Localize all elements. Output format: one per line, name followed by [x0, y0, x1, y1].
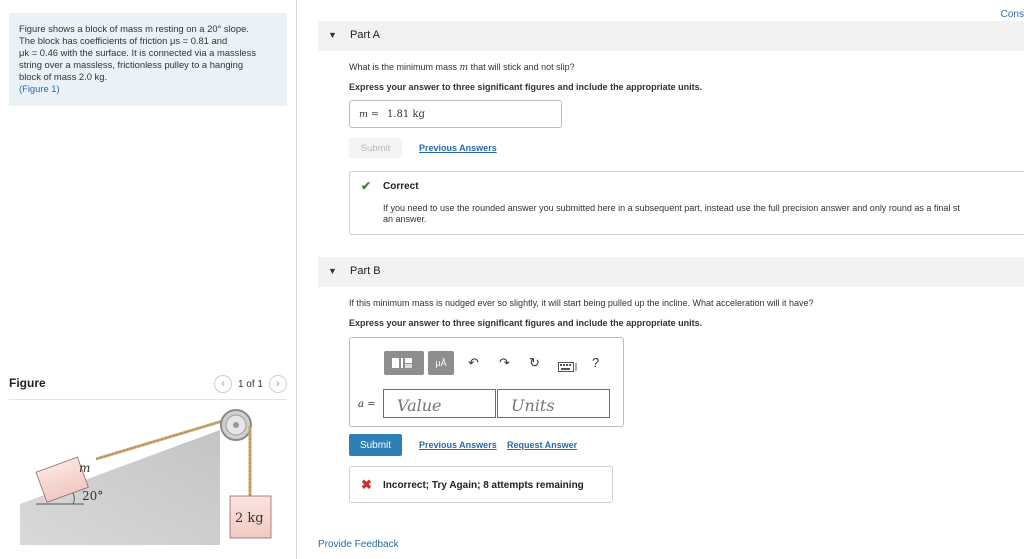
problem-line: Figure shows a block of mass m resting o… — [19, 23, 249, 34]
block-mass-label: m — [79, 461, 90, 475]
problem-line: μk = 0.46 with the surface. It is connec… — [19, 47, 257, 58]
undo-icon[interactable]: ↶ — [468, 355, 479, 371]
checkmark-icon: ✔ — [361, 179, 372, 193]
left-panel: Figure shows a block of mass m resting o… — [0, 0, 296, 559]
figure-title: Figure — [9, 376, 46, 390]
pulley-axle — [233, 422, 239, 428]
prev-figure-button[interactable]: ‹ — [213, 375, 232, 393]
part-b-previous-answers-link[interactable]: Previous Answers — [419, 440, 497, 450]
figure-count: 1 of 1 — [237, 378, 263, 390]
next-figure-button[interactable]: › — [269, 375, 287, 393]
panel-divider — [296, 0, 297, 559]
templates-button[interactable] — [384, 351, 424, 375]
question-text: What is the minimum mass — [349, 62, 458, 72]
redo-icon[interactable]: ↷ — [499, 355, 510, 371]
problem-line: The block has coefficients of friction μ… — [19, 35, 228, 46]
part-b-submit-button[interactable]: Submit — [349, 434, 402, 456]
collapse-triangle-icon: ▼ — [328, 266, 337, 276]
units-icon: μÅ — [435, 358, 447, 368]
chevron-right-icon: › — [276, 378, 280, 390]
part-b-feedback: ✖ Incorrect; Try Again; 8 attempts remai… — [349, 466, 613, 503]
request-answer-link[interactable]: Request Answer — [507, 440, 577, 450]
part-a-previous-answers-link[interactable]: Previous Answers — [419, 143, 497, 153]
part-a-answer-field: m = 1.81 kg — [349, 100, 562, 128]
problem-statement: Figure shows a block of mass m resting o… — [9, 13, 287, 106]
reset-icon[interactable]: ↻ — [529, 355, 540, 371]
incorrect-x-icon: ✖ — [361, 477, 372, 492]
constants-link[interactable]: Cons — [1001, 9, 1024, 20]
part-a-instructions: Express your answer to three significant… — [349, 82, 703, 92]
figure-pager: ‹ 1 of 1 › — [213, 375, 287, 393]
part-a-question: What is the minimum mass m that will sti… — [349, 62, 575, 73]
part-a-label: Part A — [350, 29, 380, 41]
feedback-line: an answer. — [383, 214, 427, 224]
question-text: that will stick and not slip? — [470, 62, 575, 72]
hanging-mass-label: 2 kg — [235, 511, 264, 526]
question-variable: m — [459, 63, 469, 73]
feedback-message: Incorrect; Try Again; 8 attempts remaini… — [383, 480, 584, 491]
keyboard-icon[interactable] — [558, 362, 578, 372]
answer-value: 1.81 kg — [387, 109, 425, 120]
feedback-title: Correct — [383, 181, 419, 192]
part-b-header[interactable]: ▼ Part B — [318, 257, 1024, 287]
figure-header: Figure ‹ 1 of 1 › — [9, 375, 287, 400]
provide-feedback-link[interactable]: Provide Feedback — [318, 539, 399, 550]
part-a-header[interactable]: ▼ Part A — [318, 21, 1024, 51]
chevron-left-icon: ‹ — [221, 378, 225, 390]
help-icon[interactable]: ? — [592, 355, 599, 370]
problem-line: string over a massless, frictionless pul… — [19, 59, 244, 70]
part-b-label: Part B — [350, 265, 381, 277]
feedback-message: If you need to use the rounded answer yo… — [383, 203, 1024, 225]
part-b-input-panel: μÅ ↶ ↷ ↻ ? a = — [349, 337, 624, 427]
part-a-feedback: ✔ Correct If you need to use the rounded… — [349, 171, 1024, 235]
figure-link[interactable]: (Figure 1) — [19, 83, 277, 95]
angle-label: 20° — [82, 489, 103, 503]
templates-icon — [392, 358, 412, 368]
units-input[interactable] — [497, 389, 610, 418]
answer-variable: a = — [358, 399, 376, 410]
incline-pulley-figure: m 20° 2 kg — [20, 409, 272, 545]
answer-variable: m = — [359, 109, 379, 120]
units-button[interactable]: μÅ — [428, 351, 454, 375]
problem-line: block of mass 2.0 kg. — [19, 71, 108, 82]
collapse-triangle-icon: ▼ — [328, 30, 337, 40]
part-b-question: If this minimum mass is nudged ever so s… — [349, 298, 814, 308]
feedback-line: If you need to use the rounded answer yo… — [383, 203, 960, 213]
part-a-submit-button[interactable]: Submit — [349, 138, 402, 158]
value-input[interactable] — [383, 389, 496, 418]
part-b-instructions: Express your answer to three significant… — [349, 318, 703, 328]
